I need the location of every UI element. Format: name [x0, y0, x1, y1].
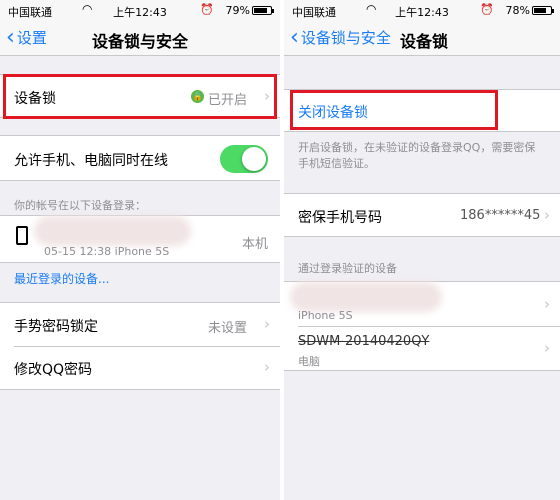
change-password-label: 修改QQ密码	[14, 362, 93, 378]
phone-icon	[16, 226, 28, 245]
device-lock-description: 开启设备锁，在未验证的设备登录QQ，需要密保手机短信验证。	[298, 141, 536, 170]
status-bar: 中国联通 ◠ 上午12:43 ⏰ 78%	[284, 0, 560, 20]
battery-percent: 78%	[505, 4, 530, 17]
page-title: 设备锁与安全	[91, 32, 188, 51]
verified-device-row[interactable]: SDWM-20140420QY 电脑 ›	[284, 327, 560, 371]
device-lock-screen: 中国联通 ◠ 上午12:43 ⏰ 78% ‹ 设备锁与安全 设备锁 关闭设备锁 …	[284, 0, 560, 500]
chevron-left-icon: ‹	[290, 24, 299, 50]
back-label: 设备锁与安全	[300, 29, 391, 47]
battery-fill	[534, 8, 547, 13]
allow-online-row: 允许手机、电脑同时在线	[0, 135, 280, 181]
device-login-detail: 05-15 12:38 iPhone 5S	[44, 245, 170, 258]
login-devices-caption: 你的帐号在以下设备登录：	[14, 199, 146, 212]
device-type: 电脑	[298, 355, 320, 368]
chevron-right-icon: ›	[264, 358, 270, 376]
gesture-lock-row[interactable]: 手势密码锁定 未设置 ›	[0, 302, 280, 346]
battery-fill	[254, 8, 267, 13]
navigation-bar: ‹ 设置 设备锁与安全	[0, 20, 280, 56]
verified-devices-caption: 通过登录验证的设备	[298, 262, 397, 275]
verified-device-row[interactable]: iPhone 5S ›	[284, 281, 560, 326]
battery-percent: 79%	[225, 4, 250, 17]
toggle-knob	[242, 147, 266, 171]
navigation-bar: ‹ 设备锁与安全 设备锁	[284, 20, 560, 56]
chevron-right-icon: ›	[544, 339, 550, 357]
allow-online-toggle[interactable]	[220, 145, 268, 173]
security-phone-label: 密保手机号码	[298, 210, 382, 226]
recent-devices-link[interactable]: 最近登录的设备...	[14, 270, 109, 287]
security-phone-row[interactable]: 密保手机号码 186******45 ›	[284, 193, 560, 237]
alarm-icon: ⏰	[480, 3, 494, 16]
gesture-lock-value: 未设置	[208, 321, 248, 336]
redacted-device-name	[40, 222, 185, 240]
page-title: 设备锁	[400, 32, 449, 51]
chevron-right-icon: ›	[264, 315, 270, 333]
redacted-device-name	[296, 288, 436, 306]
allow-online-label: 允许手机、电脑同时在线	[14, 153, 168, 169]
chevron-right-icon: ›	[544, 206, 550, 224]
back-button[interactable]: ‹ 设备锁与安全	[290, 24, 391, 50]
change-password-row[interactable]: 修改QQ密码 ›	[0, 347, 280, 390]
security-phone-value: 186******45	[460, 208, 541, 223]
status-bar: 中国联通 ◠ 上午12:43 ⏰ 79%	[0, 0, 280, 20]
battery-icon	[252, 6, 274, 15]
security-settings-screen: 中国联通 ◠ 上午12:43 ⏰ 79% ‹ 设置 设备锁与安全 设备锁 🔒 已…	[0, 0, 280, 500]
battery-icon	[532, 6, 554, 15]
gesture-lock-label: 手势密码锁定	[14, 319, 98, 335]
highlight-box	[290, 90, 498, 130]
current-device-row: 05-15 12:38 iPhone 5S 本机	[0, 215, 280, 263]
alarm-icon: ⏰	[200, 3, 214, 16]
device-name: SDWM-20140420QY	[298, 334, 430, 349]
device-type: iPhone 5S	[298, 309, 353, 322]
current-device-tag: 本机	[241, 237, 268, 252]
highlight-box	[3, 74, 277, 119]
chevron-right-icon: ›	[544, 295, 550, 313]
